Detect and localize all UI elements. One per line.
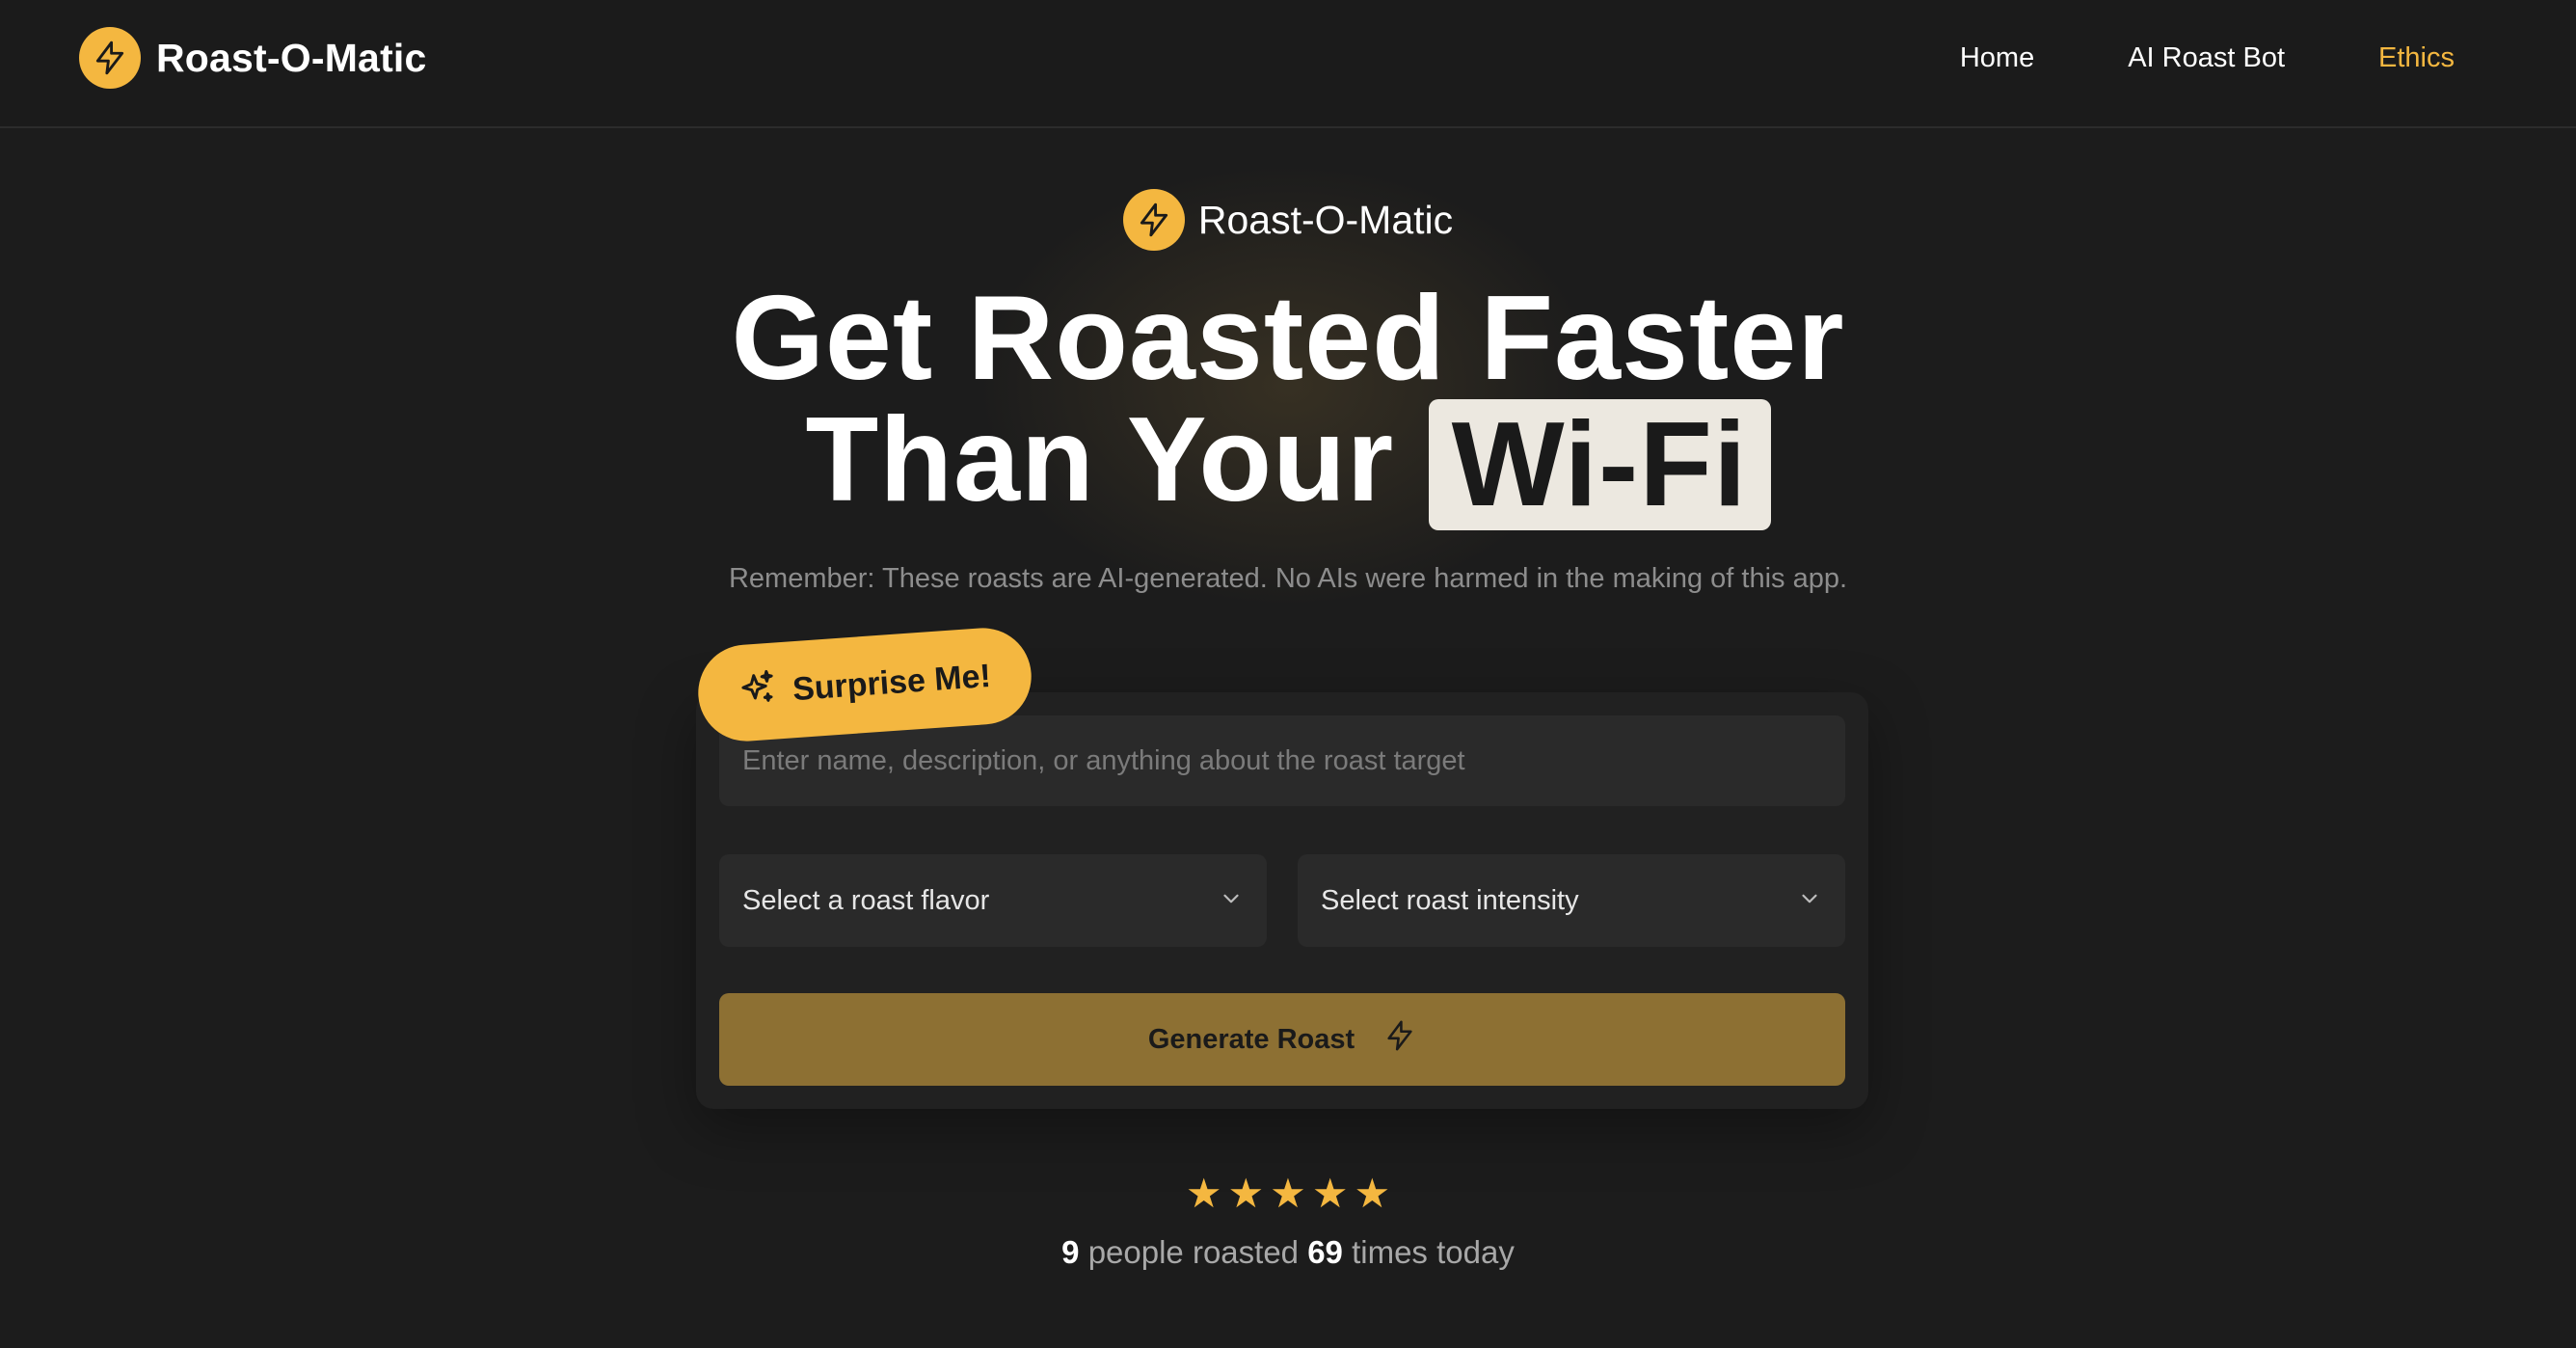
- roast-count: 69: [1307, 1234, 1343, 1270]
- nav-links: Home AI Roast Bot Ethics: [1960, 39, 2455, 77]
- brand-name: Roast-O-Matic: [156, 35, 427, 80]
- hero-headline: Get Roasted Faster Than Your Wi-Fi: [0, 272, 2576, 531]
- chevron-down-icon: [1219, 886, 1244, 916]
- roast-flavor-select[interactable]: Select a roast flavor: [719, 854, 1267, 947]
- people-text: people roasted: [1087, 1234, 1300, 1270]
- star-icon: ★: [1227, 1171, 1265, 1216]
- roast-text: times today: [1352, 1234, 1515, 1270]
- hero-brand: Roast-O-Matic: [0, 189, 2576, 251]
- lightning-bolt-icon: [1383, 1019, 1416, 1060]
- headline-line-2-prefix: Than Your: [805, 393, 1395, 526]
- roast-intensity-select[interactable]: Select roast intensity: [1298, 854, 1845, 947]
- star-icon: ★: [1270, 1171, 1306, 1216]
- chevron-down-icon: [1797, 886, 1822, 916]
- star-icon: ★: [1311, 1171, 1349, 1216]
- brand-logo-link[interactable]: Roast-O-Matic: [79, 27, 427, 89]
- generate-roast-label: Generate Roast: [1147, 1023, 1355, 1055]
- star-icon: ★: [1185, 1171, 1222, 1216]
- sparkles-icon: [738, 667, 779, 717]
- roast-flavor-label: Select a roast flavor: [742, 884, 990, 916]
- top-navbar: Roast-O-Matic Home AI Roast Bot Ethics: [0, 0, 2576, 128]
- people-count: 9: [1061, 1234, 1080, 1270]
- nav-link-ethics[interactable]: Ethics: [2378, 42, 2455, 74]
- generate-roast-button[interactable]: Generate Roast: [719, 993, 1845, 1086]
- nav-link-ai-roast-bot[interactable]: AI Roast Bot: [2128, 42, 2285, 74]
- headline-highlight: Wi-Fi: [1428, 399, 1771, 531]
- roast-stats: 9 people roasted 69 times today: [0, 1234, 2576, 1271]
- nav-link-home[interactable]: Home: [1960, 42, 2034, 74]
- lightning-bolt-icon: [1122, 189, 1185, 251]
- disclaimer-text: Remember: These roasts are AI-generated.…: [728, 563, 1848, 594]
- rating-stars: ★ ★ ★ ★ ★: [0, 1171, 2576, 1217]
- lightning-bolt-icon: [79, 27, 141, 89]
- headline-line-2: Than Your Wi-Fi: [0, 399, 2576, 531]
- headline-line-1: Get Roasted Faster: [731, 272, 1845, 405]
- roast-intensity-label: Select roast intensity: [1321, 884, 1579, 916]
- star-icon: ★: [1354, 1171, 1391, 1216]
- hero-brand-name: Roast-O-Matic: [1197, 197, 1454, 242]
- surprise-me-label: Surprise Me!: [791, 657, 992, 708]
